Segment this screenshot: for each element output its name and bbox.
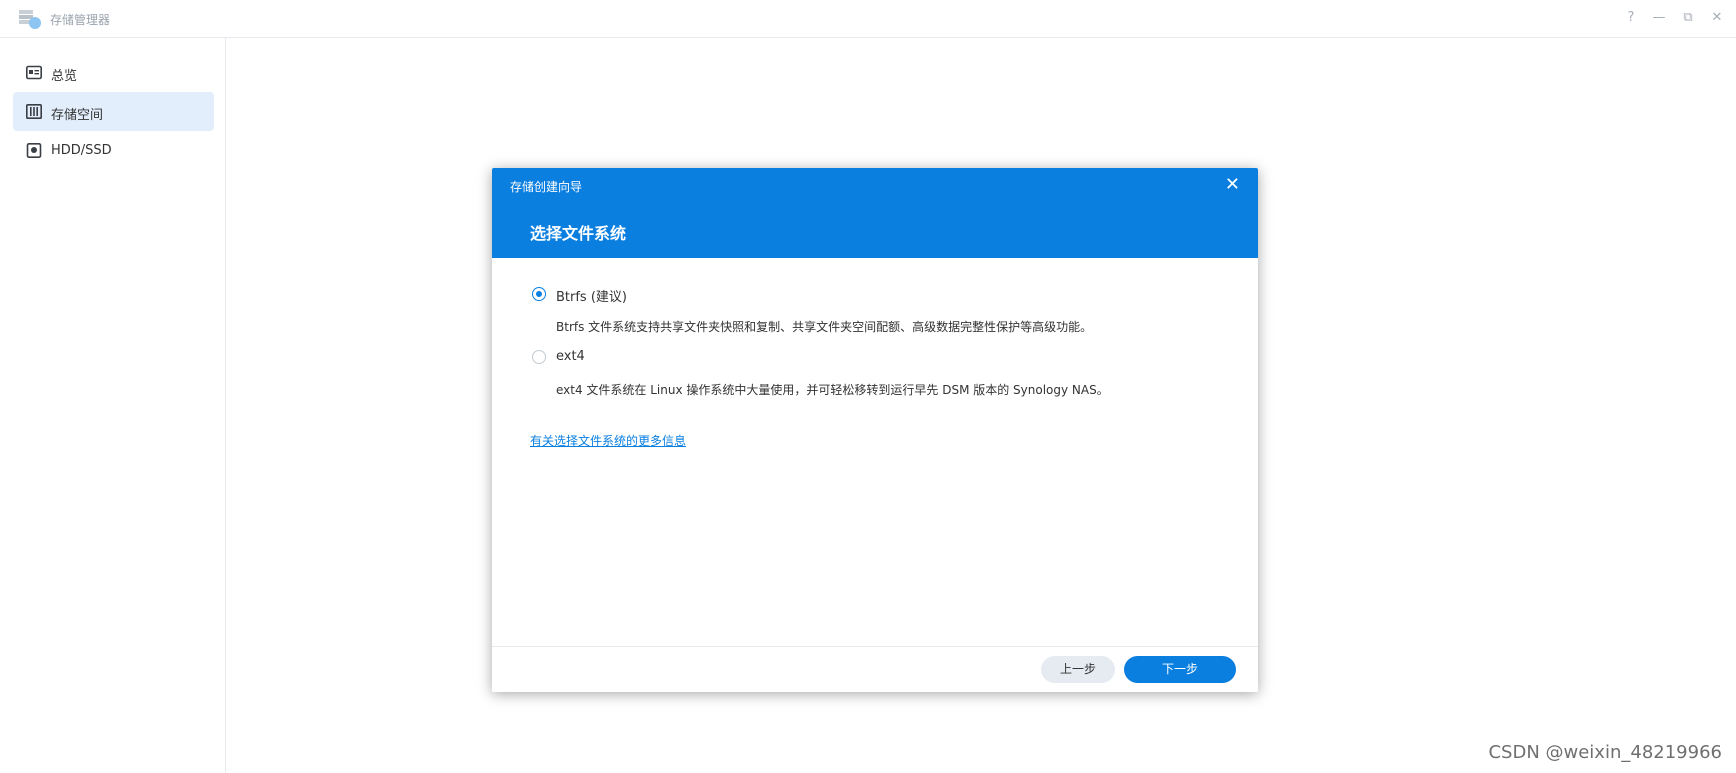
storage-manager-app-icon: [19, 10, 41, 29]
next-button[interactable]: 下一步: [1124, 656, 1236, 683]
window-close-icon[interactable]: ✕: [1710, 10, 1724, 26]
minimize-icon[interactable]: —: [1652, 10, 1666, 26]
option-ext4-description: ext4 文件系统在 Linux 操作系统中大量使用，并可轻松移转到运行早先 D…: [556, 383, 1109, 397]
restore-icon[interactable]: ⧉: [1681, 10, 1695, 26]
step-title: 选择文件系统: [530, 224, 627, 243]
sidebar: 总览 存储空间 HDD/SSD: [0, 38, 226, 773]
overview-icon: [26, 65, 42, 80]
option-btrfs-label[interactable]: Btrfs (建议): [556, 286, 627, 305]
sidebar-item-overview[interactable]: 总览: [13, 53, 214, 92]
sidebar-item-label: 存储空间: [51, 108, 104, 123]
window-title: 存储管理器: [50, 13, 111, 27]
dialog-header: 存储创建向导 ✕ 选择文件系统: [492, 168, 1258, 258]
option-ext4-label[interactable]: ext4: [556, 349, 585, 364]
dialog-footer: 上一步 下一步: [492, 646, 1258, 692]
sidebar-item-label: HDD/SSD: [51, 143, 112, 158]
csdn-watermark: CSDN @weixin_48219966: [1488, 742, 1722, 763]
sidebar-item-label: 总览: [51, 69, 78, 84]
disk-icon: [26, 143, 42, 158]
previous-button[interactable]: 上一步: [1041, 656, 1115, 683]
sidebar-item-hdd-ssd[interactable]: HDD/SSD: [13, 131, 214, 170]
storage-icon: [26, 104, 42, 119]
radio-ext4[interactable]: [532, 350, 546, 364]
dialog-close-icon[interactable]: ✕: [1225, 175, 1240, 195]
help-icon[interactable]: ?: [1624, 10, 1638, 26]
more-info-link[interactable]: 有关选择文件系统的更多信息: [530, 432, 686, 449]
sidebar-item-storage[interactable]: 存储空间: [13, 92, 214, 131]
storage-creation-wizard-dialog: 存储创建向导 ✕ 选择文件系统 Btrfs (建议) Btrfs 文件系统支持共…: [492, 168, 1258, 692]
option-btrfs-description: Btrfs 文件系统支持共享文件夹快照和复制、共享文件夹空间配额、高级数据完整性…: [556, 320, 1093, 334]
radio-btrfs[interactable]: [532, 287, 546, 301]
window-titlebar: 存储管理器 ? — ⧉ ✕: [0, 0, 1736, 38]
dialog-title: 存储创建向导: [510, 180, 583, 194]
